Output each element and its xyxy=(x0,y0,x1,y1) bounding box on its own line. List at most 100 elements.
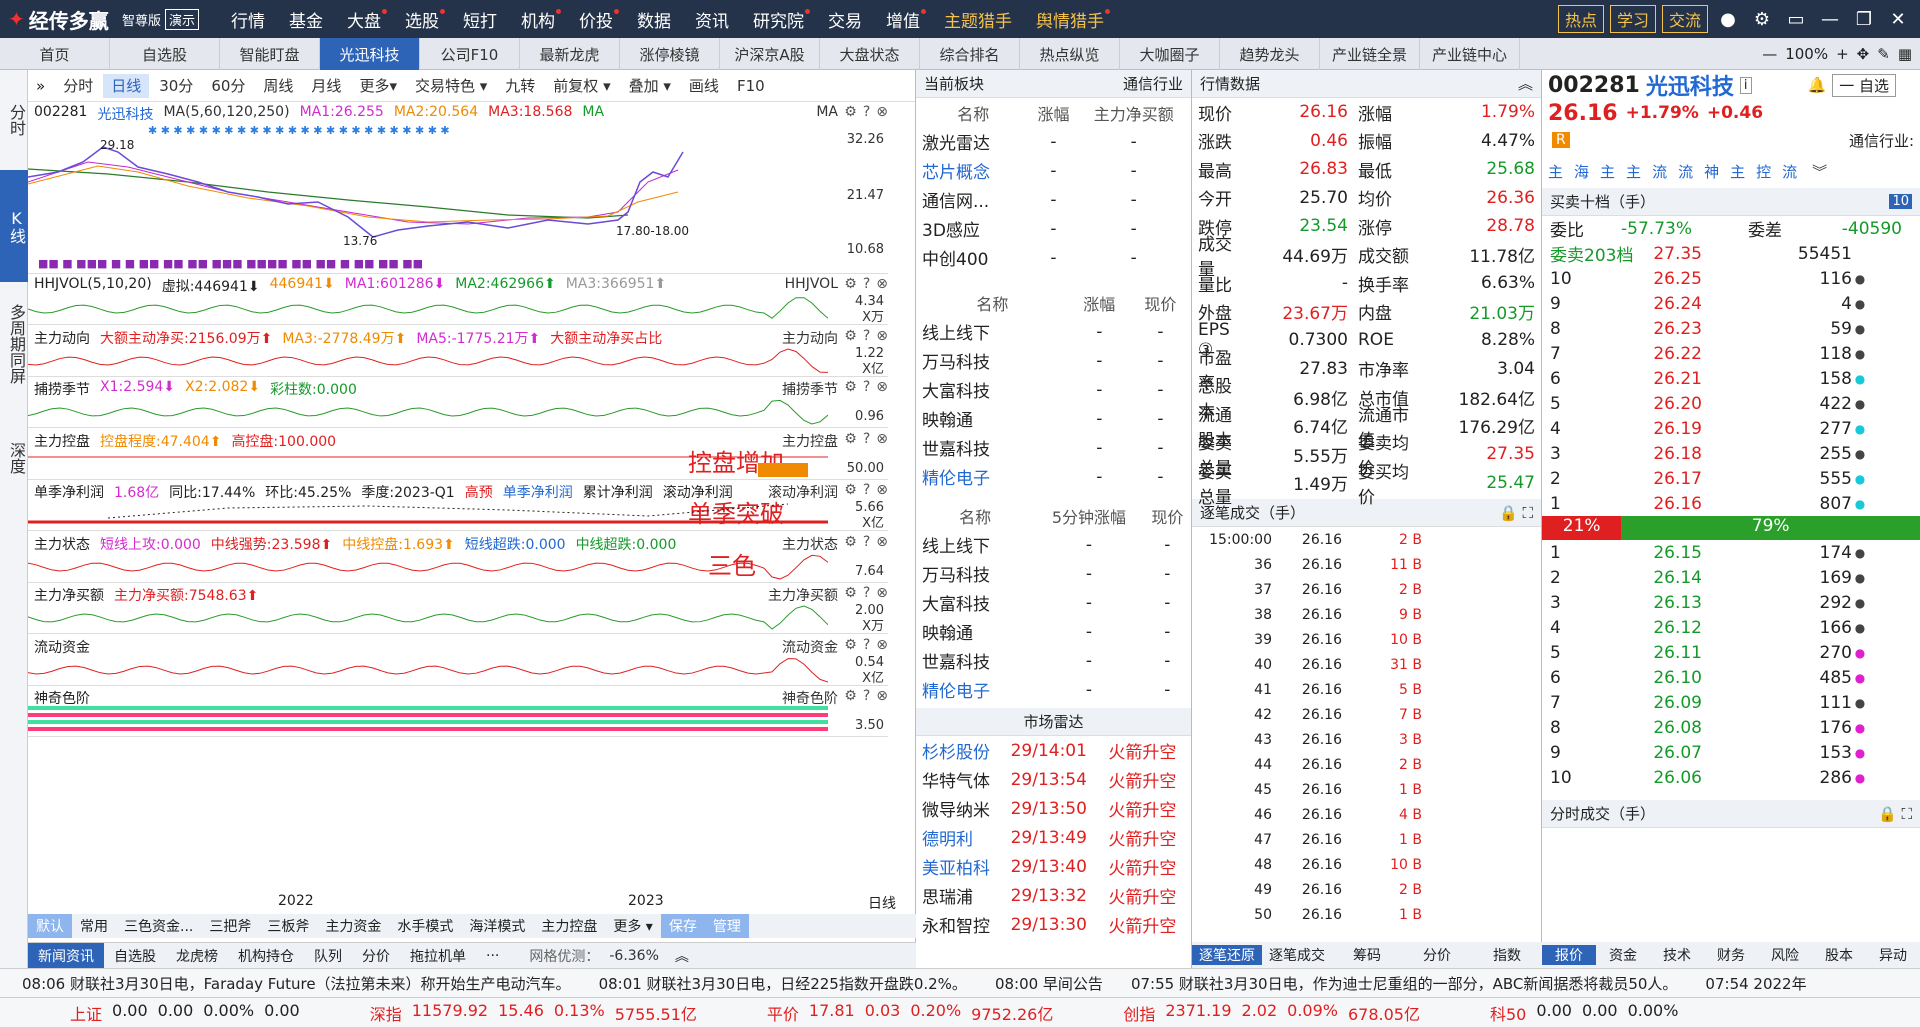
indicator-pane-4[interactable]: 单季净利润 1.68亿 同比:17.44% 环比:45.25% 季度:2023-Q1 高预… xyxy=(28,480,888,531)
rail-multi-period[interactable]: 多周期同屏 xyxy=(0,282,28,406)
chart-template-tab-3[interactable]: 三把斧 xyxy=(201,914,259,938)
stock-tab-3[interactable]: 财务 xyxy=(1704,945,1758,965)
radar-row[interactable]: 微导纳米 29/13:50 火箭升空 xyxy=(916,794,1191,823)
chart-tool-9[interactable]: 前复权 ▾ xyxy=(545,74,618,98)
chart-tool-10[interactable]: 叠加 ▾ xyxy=(621,74,679,98)
radar-row[interactable]: 美亚柏科 29/13:40 火箭升空 xyxy=(916,852,1191,881)
kline-pane[interactable]: 002281 光迅科技 MA(5,60,120,250) MA1:26.255 … xyxy=(28,102,888,274)
chart-tool-3[interactable]: 60分 xyxy=(203,74,253,98)
chart-template-tab-7[interactable]: 海洋模式 xyxy=(461,914,533,938)
zoom-out-icon[interactable]: — xyxy=(1762,45,1777,63)
stock-tab-1[interactable]: 资金 xyxy=(1596,945,1650,965)
menu-12[interactable]: 主题猎手 xyxy=(932,0,1024,38)
expand-icon[interactable]: » xyxy=(28,77,53,95)
ask-row[interactable]: 2 26.17 555 ● xyxy=(1542,466,1920,491)
sector-stock-row[interactable]: 万马科技 - - xyxy=(916,346,1191,375)
close-pane-icon[interactable]: ⊗ xyxy=(876,328,888,344)
index-0[interactable]: 上证 0.00 0.00 0.00% 0.00 xyxy=(0,1001,300,1025)
bid-row[interactable]: 10 26.06 286 ● xyxy=(1542,765,1920,790)
chart-tool-7[interactable]: 交易特色 ▾ xyxy=(407,74,495,98)
tab-14[interactable]: 产业链中心 xyxy=(1420,38,1520,70)
tab-0[interactable]: 首页 xyxy=(0,38,110,70)
menu-4[interactable]: 短打 xyxy=(451,0,509,38)
news-item-3[interactable]: 07:55 财联社3月30日电，作为迪士尼重组的一部分，ABC新闻据悉将裁员50… xyxy=(1131,973,1677,994)
sector-stock-col-0[interactable]: 名称 xyxy=(916,288,1069,317)
rail-intraday[interactable]: 分时 xyxy=(0,70,28,170)
menu-8[interactable]: 资讯 xyxy=(683,0,741,38)
chart-tool-6[interactable]: 更多▾ xyxy=(351,74,405,98)
zoom-in-icon[interactable]: + xyxy=(1836,45,1849,63)
chart-template-tab-11[interactable]: 管理 xyxy=(704,914,749,938)
tab-9[interactable]: 综合排名 xyxy=(920,38,1020,70)
settings-icon[interactable]: ⚙ xyxy=(844,585,857,601)
index-3[interactable]: 创指 2371.19 2.02 0.09% 678.05亿 xyxy=(1053,1001,1420,1025)
ask-row[interactable]: 3 26.18 255 ● xyxy=(1542,441,1920,466)
menu-11[interactable]: 增值 xyxy=(874,0,932,38)
index-4[interactable]: 科50 0.00 0.00 0.00% xyxy=(1420,1001,1678,1025)
sector-5min-row[interactable]: 万马科技 - - xyxy=(916,559,1191,588)
tag-9[interactable]: 流 xyxy=(1782,161,1797,182)
indicator-pane-8[interactable]: 神奇色阶 神奇色阶 ⚙? ⊗ 3.50 xyxy=(28,686,888,737)
exchange-button[interactable]: 交流 xyxy=(1661,5,1708,33)
rail-kline[interactable]: K线 xyxy=(0,170,28,282)
indicator-pane-6[interactable]: 主力净买额 主力净买额:7548.63⬆ 主力净买额 ⚙? ⊗ 2.00 X万 xyxy=(28,583,888,634)
indicator-pane-0[interactable]: HHJVOL(5,10,20) 虚拟:446941⬇ 446941⬇ MA1:6012… xyxy=(28,274,888,325)
news-item-2[interactable]: 08:00 早间公告 xyxy=(995,973,1103,994)
tab-1[interactable]: 自选股 xyxy=(110,38,220,70)
sector-row[interactable]: 芯片概念 - - xyxy=(916,156,1191,185)
bid-row[interactable]: 4 26.12 166 ● xyxy=(1542,615,1920,640)
stock-tab-6[interactable]: 异动 xyxy=(1866,945,1920,965)
help-icon[interactable]: ? xyxy=(863,431,870,447)
index-1[interactable]: 深指 11579.92 15.46 0.13% 5755.51亿 xyxy=(300,1001,697,1025)
close-pane-icon[interactable]: ⊗ xyxy=(876,482,888,498)
tab-8[interactable]: 大盘状态 xyxy=(820,38,920,70)
tab-13[interactable]: 产业链全景 xyxy=(1320,38,1420,70)
bid-row[interactable]: 9 26.07 153 ● xyxy=(1542,740,1920,765)
tab-7[interactable]: 沪深京A股 xyxy=(720,38,820,70)
sector-stock-row[interactable]: 精伦电子 - - xyxy=(916,462,1191,491)
tag-7[interactable]: 主 xyxy=(1730,161,1745,182)
sector-5min-col-0[interactable]: 名称 xyxy=(916,501,1034,530)
indicator-pane-7[interactable]: 流动资金 流动资金 ⚙? ⊗ 0.54 X亿 xyxy=(28,635,888,686)
help-icon[interactable]: ? xyxy=(863,585,870,601)
settings-icon[interactable]: ⚙ xyxy=(844,276,857,292)
ask-row[interactable]: 6 26.21 158 ● xyxy=(1542,366,1920,391)
sector-stock-col-2[interactable]: 现价 xyxy=(1130,288,1191,317)
rail-f10[interactable]: 深度F10 xyxy=(0,406,28,510)
menu-0[interactable]: 行情 xyxy=(219,0,277,38)
ask-row[interactable]: 8 26.23 59 ● xyxy=(1542,316,1920,341)
tab-10[interactable]: 热点纵览 xyxy=(1020,38,1120,70)
news-item-4[interactable]: 07:54 2022年 xyxy=(1705,973,1806,994)
settings-icon[interactable]: ⚙ xyxy=(844,328,857,344)
bottom-tab-2[interactable]: 龙虎榜 xyxy=(166,943,228,969)
sector-stock-row[interactable]: 映翰通 - - xyxy=(916,404,1191,433)
bottom-tab-3[interactable]: 机构持仓 xyxy=(228,943,304,969)
sector-stock-row[interactable]: 线上线下 - - xyxy=(916,317,1191,346)
stock-tab-2[interactable]: 技术 xyxy=(1650,945,1704,965)
close-pane-icon[interactable]: ⊗ xyxy=(876,585,888,601)
close-pane-icon[interactable]: ⊗ xyxy=(876,534,888,550)
settings-icon[interactable]: ⚙ xyxy=(844,637,857,653)
close-pane-icon[interactable]: ⊗ xyxy=(876,688,888,704)
tag-8[interactable]: 控 xyxy=(1756,161,1771,182)
chart-template-tab-9[interactable]: 更多 ▾ xyxy=(605,914,660,938)
chart-tool-5[interactable]: 月线 xyxy=(303,74,349,98)
close-pane-icon[interactable]: ⊗ xyxy=(876,379,888,395)
sector-5min-row[interactable]: 映翰通 - - xyxy=(916,617,1191,646)
bottom-tab-1[interactable]: 自选股 xyxy=(104,943,166,969)
news-item-0[interactable]: 08:06 财联社3月30日电，Faraday Future（法拉第未来）称开始… xyxy=(22,973,571,994)
chart-template-tab-1[interactable]: 常用 xyxy=(72,914,116,938)
menu-10[interactable]: 交易 xyxy=(816,0,874,38)
stock-tab-0[interactable]: 报价 xyxy=(1542,945,1596,965)
index-2[interactable]: 平价 17.81 0.03 0.20% 9752.26亿 xyxy=(697,1001,1053,1025)
user-icon[interactable]: ● xyxy=(1714,9,1742,30)
radar-row[interactable]: 思瑞浦 29/13:32 火箭升空 xyxy=(916,881,1191,910)
bottom-tab-7[interactable]: ··· xyxy=(476,943,509,969)
collapse-quote-icon[interactable]: ︽ xyxy=(1518,73,1533,94)
bid-row[interactable]: 5 26.11 270 ● xyxy=(1542,640,1920,665)
chart-tool-1[interactable]: 日线 xyxy=(103,73,150,98)
tab-4[interactable]: 公司F10 xyxy=(420,38,520,70)
gear-icon[interactable]: ⚙ xyxy=(1748,9,1776,30)
stock-tab-4[interactable]: 风险 xyxy=(1758,945,1812,965)
quote-tab-3[interactable]: 分价 xyxy=(1402,945,1472,965)
